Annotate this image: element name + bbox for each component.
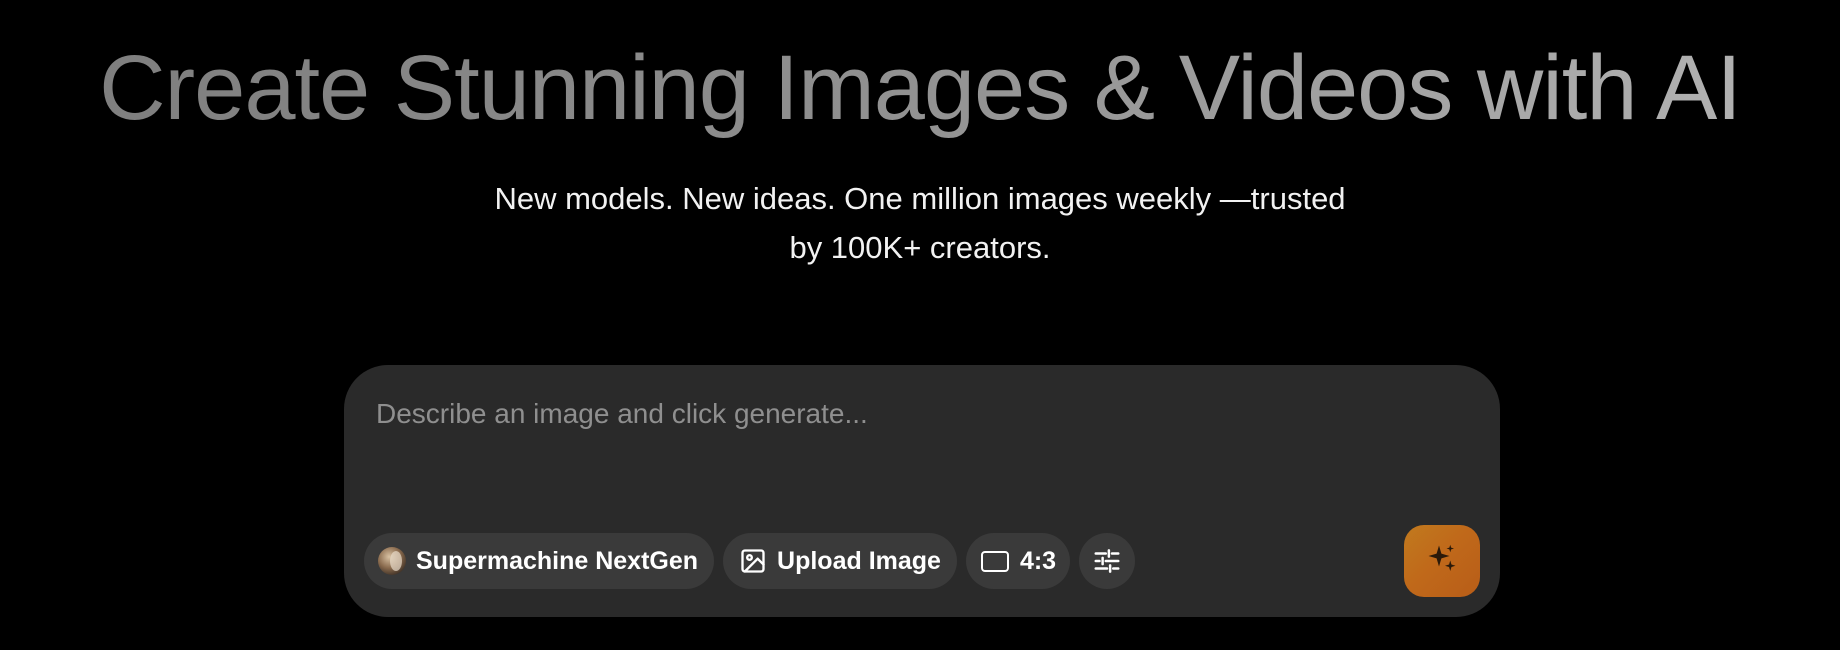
generate-button[interactable] <box>1404 525 1480 597</box>
aspect-ratio-icon <box>980 549 1010 573</box>
prompt-card: Supermachine NextGen Upload Image <box>344 365 1500 617</box>
settings-button[interactable] <box>1079 533 1136 589</box>
prompt-input[interactable] <box>376 389 1456 439</box>
upload-image-label: Upload Image <box>777 546 941 575</box>
model-selector-label: Supermachine NextGen <box>416 546 699 575</box>
sparkles-icon <box>1424 541 1460 582</box>
aspect-ratio-button[interactable]: 4:3 <box>965 533 1071 589</box>
aspect-ratio-label: 4:3 <box>1019 546 1057 575</box>
model-selector-button[interactable]: Supermachine NextGen <box>364 533 715 589</box>
page-title: Create Stunning Images & Videos with AI <box>0 28 1840 148</box>
subtitle-line-2: by 100K+ creators. <box>789 230 1051 265</box>
page-subtitle: New models. New ideas. One million image… <box>470 174 1370 272</box>
model-avatar-icon <box>378 547 406 575</box>
upload-image-button[interactable]: Upload Image <box>723 533 957 589</box>
image-icon <box>739 547 767 575</box>
subtitle-line-1: New models. New ideas. One million image… <box>494 181 1346 216</box>
prompt-toolbar: Supermachine NextGen Upload Image 4:3 <box>364 533 1136 589</box>
sliders-icon <box>1092 546 1122 576</box>
hero-section: Create Stunning Images & Videos with AI … <box>0 0 1840 650</box>
